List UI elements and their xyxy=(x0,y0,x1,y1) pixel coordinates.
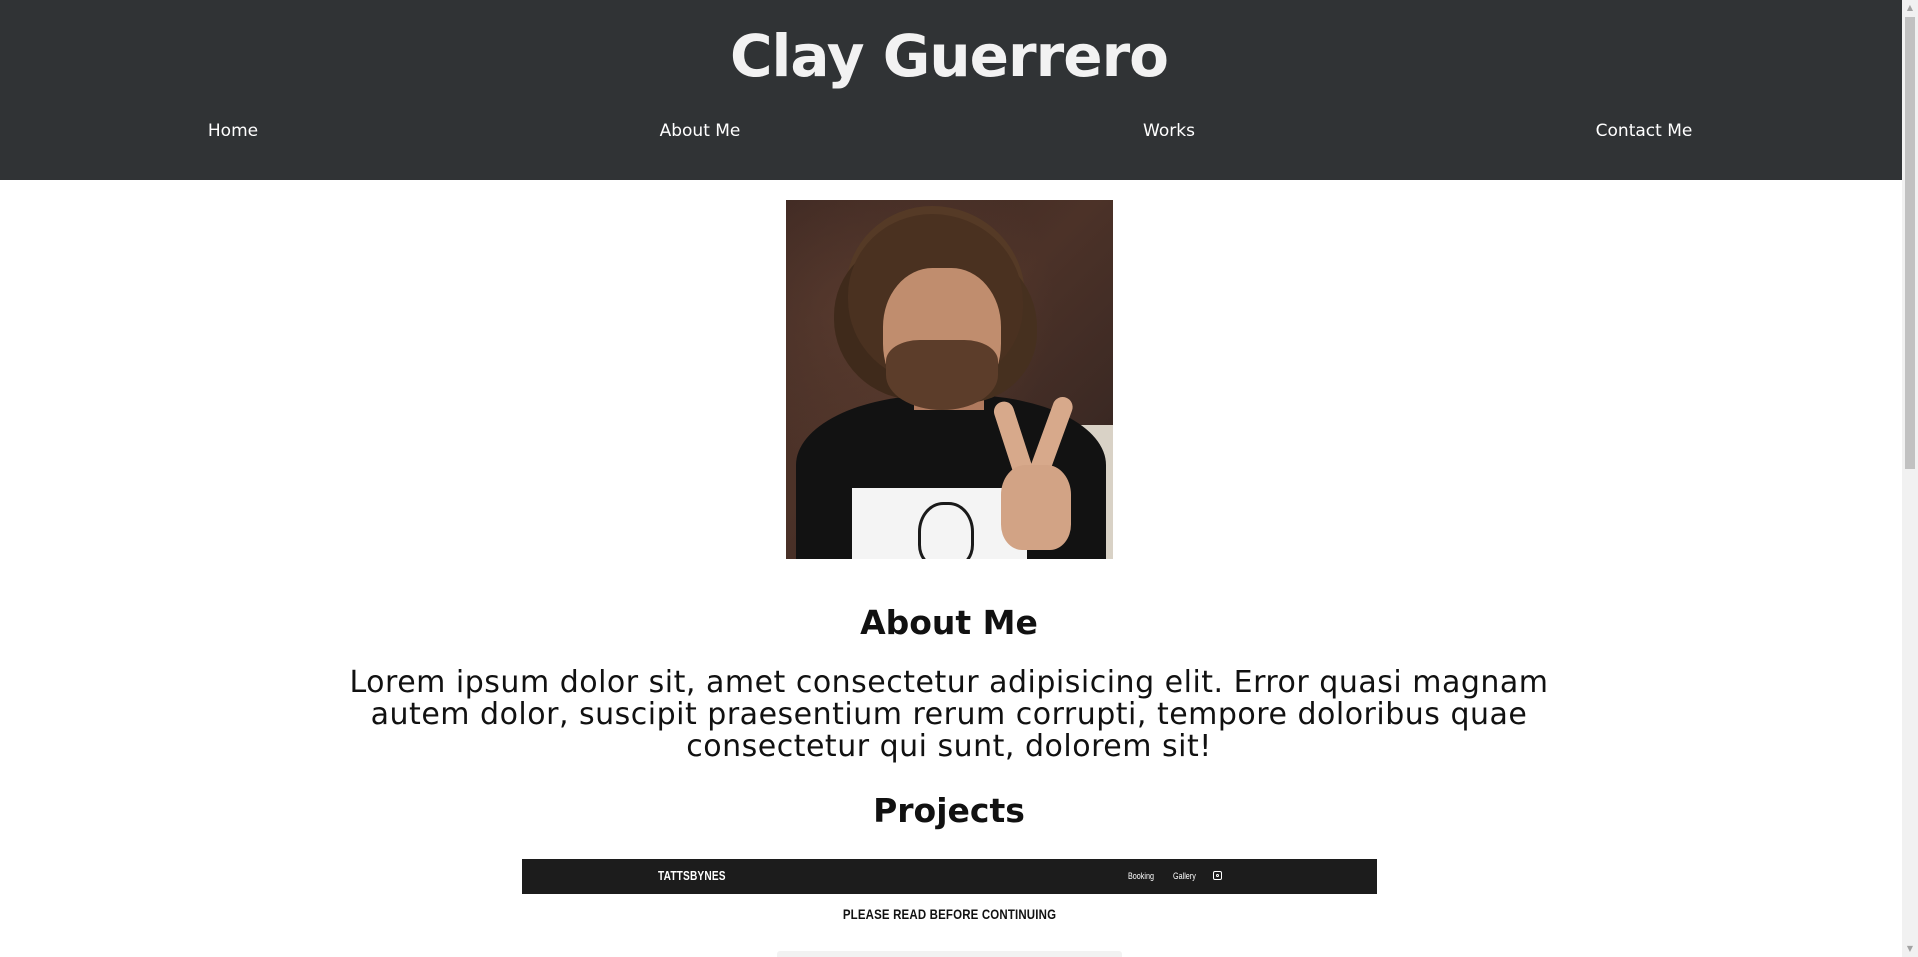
preview-nav-gallery: Gallery xyxy=(1173,871,1196,881)
scrollbar-thumb[interactable] xyxy=(1905,17,1915,469)
preview-nav-booking: Booking xyxy=(1128,871,1155,881)
profile-photo xyxy=(786,200,1113,559)
photo-hand xyxy=(1001,465,1071,550)
projects-heading: Projects xyxy=(873,791,1025,830)
preview-card-edge xyxy=(777,951,1122,957)
photo-shirt-drawing xyxy=(918,502,974,559)
nav-link-works[interactable]: Works xyxy=(1143,119,1195,143)
nav-link-contact-me[interactable]: Contact Me xyxy=(1596,119,1693,143)
preview-notice: PLEASE READ BEFORE CONTINUING xyxy=(842,906,1057,922)
browser-viewport: Clay Guerrero Home About Me Works Contac… xyxy=(0,0,1918,957)
site-title: Clay Guerrero xyxy=(729,22,1169,90)
nav-link-home[interactable]: Home xyxy=(208,119,258,143)
project-preview-tattsbynes[interactable]: TATTSBYNES Booking Gallery PLEASE READ B… xyxy=(522,859,1377,957)
about-heading: About Me xyxy=(860,603,1038,642)
photo-beard xyxy=(886,340,998,410)
nav-link-about-me[interactable]: About Me xyxy=(660,119,741,143)
about-paragraph: Lorem ipsum dolor sit, amet consectetur … xyxy=(349,665,1549,764)
scroll-down-arrow-icon[interactable]: ▼ xyxy=(1902,941,1918,957)
instagram-icon xyxy=(1213,871,1222,880)
site-header: Clay Guerrero Home About Me Works Contac… xyxy=(0,0,1902,180)
page: Clay Guerrero Home About Me Works Contac… xyxy=(0,0,1902,957)
vertical-scrollbar[interactable]: ▲ ▼ xyxy=(1902,0,1918,957)
preview-navbar: TATTSBYNES Booking Gallery xyxy=(522,859,1377,894)
preview-brand: TATTSBYNES xyxy=(658,868,726,883)
scroll-up-arrow-icon[interactable]: ▲ xyxy=(1902,0,1918,16)
